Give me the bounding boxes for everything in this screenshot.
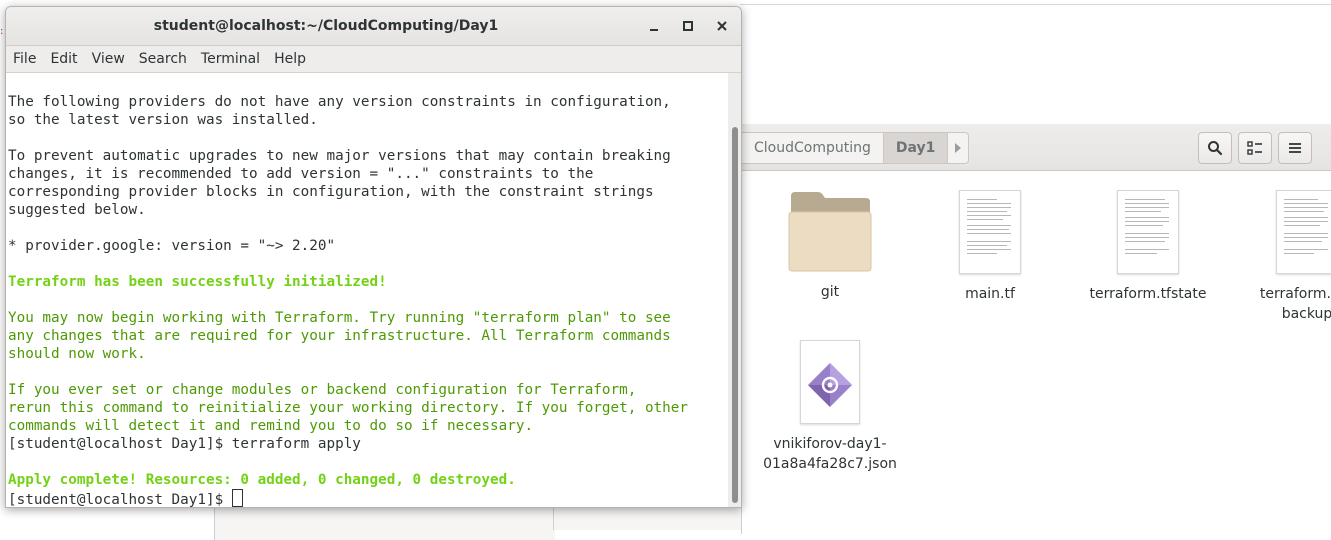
terminal-line: * provider.google: version = "~> 2.20" bbox=[8, 238, 336, 254]
terminal-line: To prevent automatic upgrades to new maj… bbox=[8, 148, 671, 164]
terminal-line: Apply complete! Resources: 0 added, 0 ch… bbox=[8, 472, 516, 488]
menu-item-view[interactable]: View bbox=[85, 46, 132, 72]
menu-item-search[interactable]: Search bbox=[132, 46, 194, 72]
terminal-line: If you ever set or change modules or bac… bbox=[8, 382, 637, 398]
file-item-terraform-tfstate-backup[interactable]: terraform.tfst backup bbox=[1242, 190, 1331, 324]
file-name: vnikiforov-day1- 01a8a4fa28c7.json bbox=[760, 434, 900, 474]
minimize-icon bbox=[650, 29, 658, 31]
text-document-icon bbox=[1117, 190, 1179, 274]
terminal-line: so the latest version was installed. bbox=[8, 112, 318, 128]
file-name: git bbox=[820, 284, 840, 300]
terminal-line: changes, it is recommended to add versio… bbox=[8, 166, 594, 182]
menu-item-terminal[interactable]: Terminal bbox=[194, 46, 267, 72]
terminal-line: Terraform has been successfully initiali… bbox=[8, 274, 387, 290]
terminal-line: [student@localhost Day1]$ terraform appl… bbox=[8, 436, 361, 452]
hamburger-icon bbox=[1289, 143, 1301, 153]
list-view-icon bbox=[1247, 141, 1262, 155]
view-toggle-button[interactable] bbox=[1238, 132, 1272, 164]
search-icon bbox=[1208, 141, 1223, 156]
terminal-window: student@localhost:~/CloudComputing/Day1 … bbox=[5, 6, 742, 508]
breadcrumb-forward-button[interactable] bbox=[948, 133, 968, 163]
terminal-scrollbar-thumb[interactable] bbox=[732, 127, 738, 503]
menu-item-help[interactable]: Help bbox=[267, 46, 313, 72]
file-item-json[interactable]: vnikiforov-day1- 01a8a4fa28c7.json bbox=[760, 340, 900, 474]
file-item-main-tf[interactable]: main.tf bbox=[930, 190, 1050, 304]
menu-item-edit[interactable]: Edit bbox=[43, 46, 84, 72]
text-cursor bbox=[231, 489, 243, 507]
file-name: main.tf bbox=[965, 286, 1015, 302]
search-button[interactable] bbox=[1198, 132, 1232, 164]
file-name-line: vnikiforov-day1- bbox=[773, 436, 887, 452]
breadcrumb-item-cloudcomputing[interactable]: CloudComputing bbox=[742, 133, 884, 163]
terminal-menubar: File Edit View Search Terminal Help bbox=[6, 46, 741, 73]
terminal-prompt-line[interactable]: [student@localhost Day1]$ bbox=[8, 489, 688, 507]
terminal-line: The following providers do not have any … bbox=[8, 94, 671, 110]
terminal-line: You may now begin working with Terraform… bbox=[8, 310, 671, 326]
breadcrumb-item-day1[interactable]: Day1 bbox=[883, 133, 949, 163]
terminal-line: commands will detect it and remind you t… bbox=[8, 418, 534, 434]
terminal-line: rerun this command to reinitialize your … bbox=[8, 400, 688, 416]
terminal-output-area[interactable]: The following providers do not have any … bbox=[6, 73, 728, 507]
json-file-icon bbox=[800, 340, 860, 424]
terminal-line: any changes that are required for your i… bbox=[8, 328, 671, 344]
terminal-titlebar[interactable]: student@localhost:~/CloudComputing/Day1 bbox=[6, 7, 741, 46]
maximize-button[interactable] bbox=[678, 16, 698, 36]
menu-item-file[interactable]: File bbox=[6, 46, 43, 72]
breadcrumb: CloudComputing Day1 bbox=[742, 132, 970, 164]
file-item-terraform-tfstate[interactable]: terraform.tfstate bbox=[1088, 190, 1208, 304]
terminal-prompt: [student@localhost Day1]$ bbox=[8, 492, 232, 508]
maximize-icon bbox=[683, 21, 693, 31]
terminal-line: suggested below. bbox=[8, 202, 146, 218]
terminal-line: should now work. bbox=[8, 346, 146, 362]
file-name: terraform.tfst backup bbox=[1242, 284, 1331, 324]
file-manager-header: CloudComputing Day1 bbox=[742, 124, 1331, 171]
close-icon bbox=[717, 21, 727, 31]
background-window bbox=[740, 4, 1331, 121]
close-button[interactable] bbox=[712, 16, 732, 36]
window-title: student@localhost:~/CloudComputing/Day1 bbox=[153, 18, 499, 34]
menu-button[interactable] bbox=[1278, 132, 1312, 164]
chevron-right-icon bbox=[955, 143, 962, 153]
file-name: terraform.tfstate bbox=[1089, 286, 1207, 302]
text-document-icon bbox=[959, 190, 1021, 274]
terminal-output: The following providers do not have any … bbox=[8, 93, 688, 507]
file-name-line: 01a8a4fa28c7.json bbox=[763, 456, 897, 472]
text-document-icon bbox=[1276, 190, 1331, 274]
file-item-git[interactable]: git bbox=[770, 190, 890, 302]
file-manager-window: CloudComputing Day1 git main.tf terrafor… bbox=[741, 124, 1331, 534]
folder-icon bbox=[788, 192, 872, 272]
file-name-line: terraform.tfst bbox=[1259, 286, 1331, 302]
terminal-line: corresponding provider blocks in configu… bbox=[8, 184, 654, 200]
file-name-line: backup bbox=[1281, 306, 1331, 322]
minimize-button[interactable] bbox=[644, 16, 664, 36]
